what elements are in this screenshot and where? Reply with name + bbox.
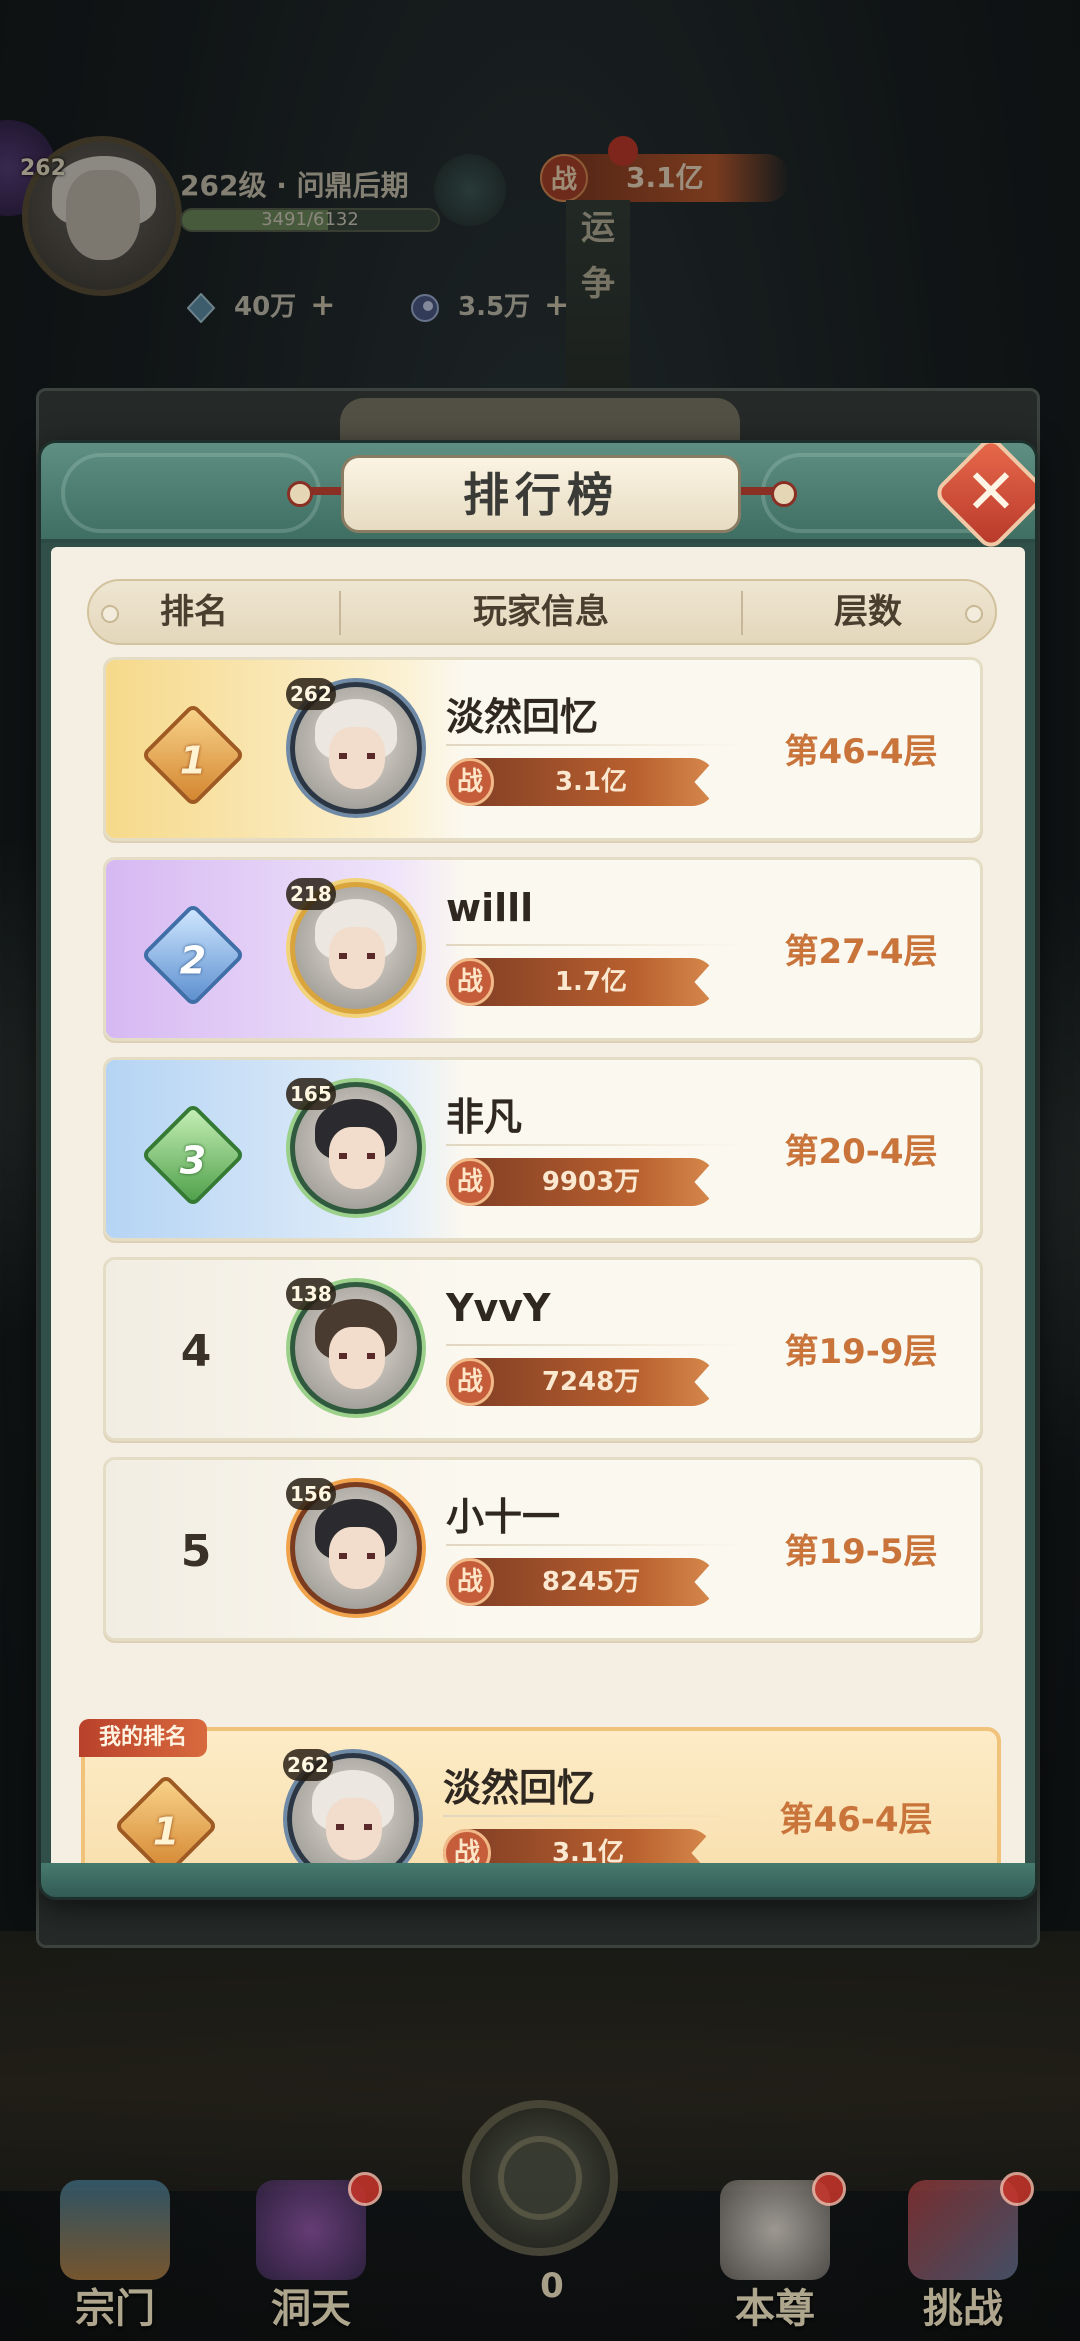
rank-number: 3	[179, 1138, 207, 1183]
column-rank: 排名	[160, 592, 228, 632]
power-value: 3.1亿	[554, 767, 628, 797]
name-divider	[443, 1815, 743, 1817]
modal-title: 排行榜	[463, 468, 619, 522]
nav-label: 宗门	[75, 2286, 155, 2332]
tower-panel-tab-behind	[340, 398, 740, 446]
floor-value: 第46-4层	[784, 732, 938, 772]
power-icon: 战	[446, 1158, 494, 1206]
player-name: 小十一	[446, 1495, 561, 1539]
header-dot-left	[101, 605, 119, 623]
player-level: 165	[286, 1078, 336, 1110]
power-value: 9903万	[541, 1167, 641, 1197]
title-plaque: 排行榜	[341, 455, 741, 533]
power-icon: 战	[446, 758, 494, 806]
leaderboard-body: 排名 玩家信息 层数 1 262 淡然回忆 战 3.1亿 第46-4层 2 218…	[51, 547, 1025, 1897]
nav-challenge[interactable]: 挑战	[888, 2170, 1038, 2332]
nav-label: 洞天	[271, 2286, 351, 2332]
nav-label: 本尊	[735, 2286, 815, 2332]
leaderboard-modal: 排行榜 ✕ 排名 玩家信息 层数 1 262 淡然回忆 战 3.1亿 第46-4层	[38, 440, 1038, 1900]
close-icon: ✕	[965, 455, 1017, 528]
leaderboard-row[interactable]: 5 156 小十一 战 8245万 第19-5层	[103, 1457, 983, 1641]
modal-header: 排行榜 ✕	[41, 443, 1035, 553]
power-icon: 战	[446, 1358, 494, 1406]
rank-number: 2	[179, 938, 207, 983]
nav-cave[interactable]: 洞天	[236, 2170, 386, 2332]
avatar-eyes	[339, 1553, 375, 1559]
avatar-eyes	[339, 753, 375, 759]
sect-gate-icon	[60, 2180, 170, 2280]
power-bar: 战 9903万	[446, 1158, 716, 1206]
column-header-bar: 排名 玩家信息 层数	[87, 579, 997, 645]
leaderboard-row[interactable]: 2 218 willl 战 1.7亿 第27-4层	[103, 857, 983, 1041]
avatar-eyes	[339, 1353, 375, 1359]
player-name: willl	[446, 886, 534, 930]
nav-sect[interactable]: 宗门	[40, 2170, 190, 2332]
floor-value: 第19-5层	[784, 1532, 938, 1572]
rank-number: 4	[180, 1326, 212, 1377]
rank-number: 1	[179, 738, 207, 783]
rank-number: 1	[152, 1809, 180, 1854]
player-level: 138	[286, 1278, 336, 1310]
name-divider	[446, 1144, 746, 1146]
power-icon: 战	[446, 1558, 494, 1606]
player-name: YvvY	[446, 1286, 551, 1330]
notification-dot	[812, 2172, 846, 2206]
my-rank-tag: 我的排名	[79, 1719, 207, 1757]
name-divider	[446, 1344, 746, 1346]
column-floor: 层数	[834, 592, 902, 632]
nav-self[interactable]: 本尊	[700, 2170, 850, 2332]
center-counter: 0	[540, 2266, 564, 2306]
player-level: 262	[283, 1749, 333, 1781]
power-bar: 战 8245万	[446, 1558, 716, 1606]
power-value: 8245万	[541, 1567, 641, 1597]
center-action-button[interactable]	[462, 2100, 618, 2256]
power-value: 1.7亿	[554, 967, 628, 997]
center-ring	[498, 2136, 582, 2220]
power-bar: 战 1.7亿	[446, 958, 716, 1006]
player-level: 156	[286, 1478, 336, 1510]
rank-number: 5	[180, 1526, 212, 1577]
header-cloud-decoration	[61, 453, 321, 533]
power-bar: 战 3.1亿	[446, 758, 716, 806]
avatar-eyes	[339, 953, 375, 959]
power-bar: 战 7248万	[446, 1358, 716, 1406]
avatar-eyes	[336, 1824, 372, 1830]
name-divider	[446, 1544, 746, 1546]
player-name: 非凡	[446, 1095, 523, 1139]
player-name: 淡然回忆	[443, 1766, 596, 1810]
player-level: 218	[286, 878, 336, 910]
notification-dot	[348, 2172, 382, 2206]
nav-label: 挑战	[923, 2286, 1003, 2332]
power-icon: 战	[446, 958, 494, 1006]
name-divider	[446, 744, 746, 746]
floor-value: 第19-9层	[784, 1332, 938, 1372]
floor-value: 第20-4层	[784, 1132, 938, 1172]
floor-value: 第27-4层	[784, 932, 938, 972]
player-level: 262	[286, 678, 336, 710]
leaderboard-row[interactable]: 3 165 非凡 战 9903万 第20-4层	[103, 1057, 983, 1241]
name-divider	[446, 944, 746, 946]
notification-dot	[1000, 2172, 1034, 2206]
leaderboard-row[interactable]: 1 262 淡然回忆 战 3.1亿 第46-4层	[103, 657, 983, 841]
avatar-eyes	[339, 1153, 375, 1159]
player-name: 淡然回忆	[446, 695, 599, 739]
column-player-info: 玩家信息	[473, 592, 609, 632]
modal-footer	[41, 1863, 1035, 1897]
power-value: 7248万	[541, 1367, 641, 1397]
leaderboard-row[interactable]: 4 138 YvvY 战 7248万 第19-9层	[103, 1257, 983, 1441]
